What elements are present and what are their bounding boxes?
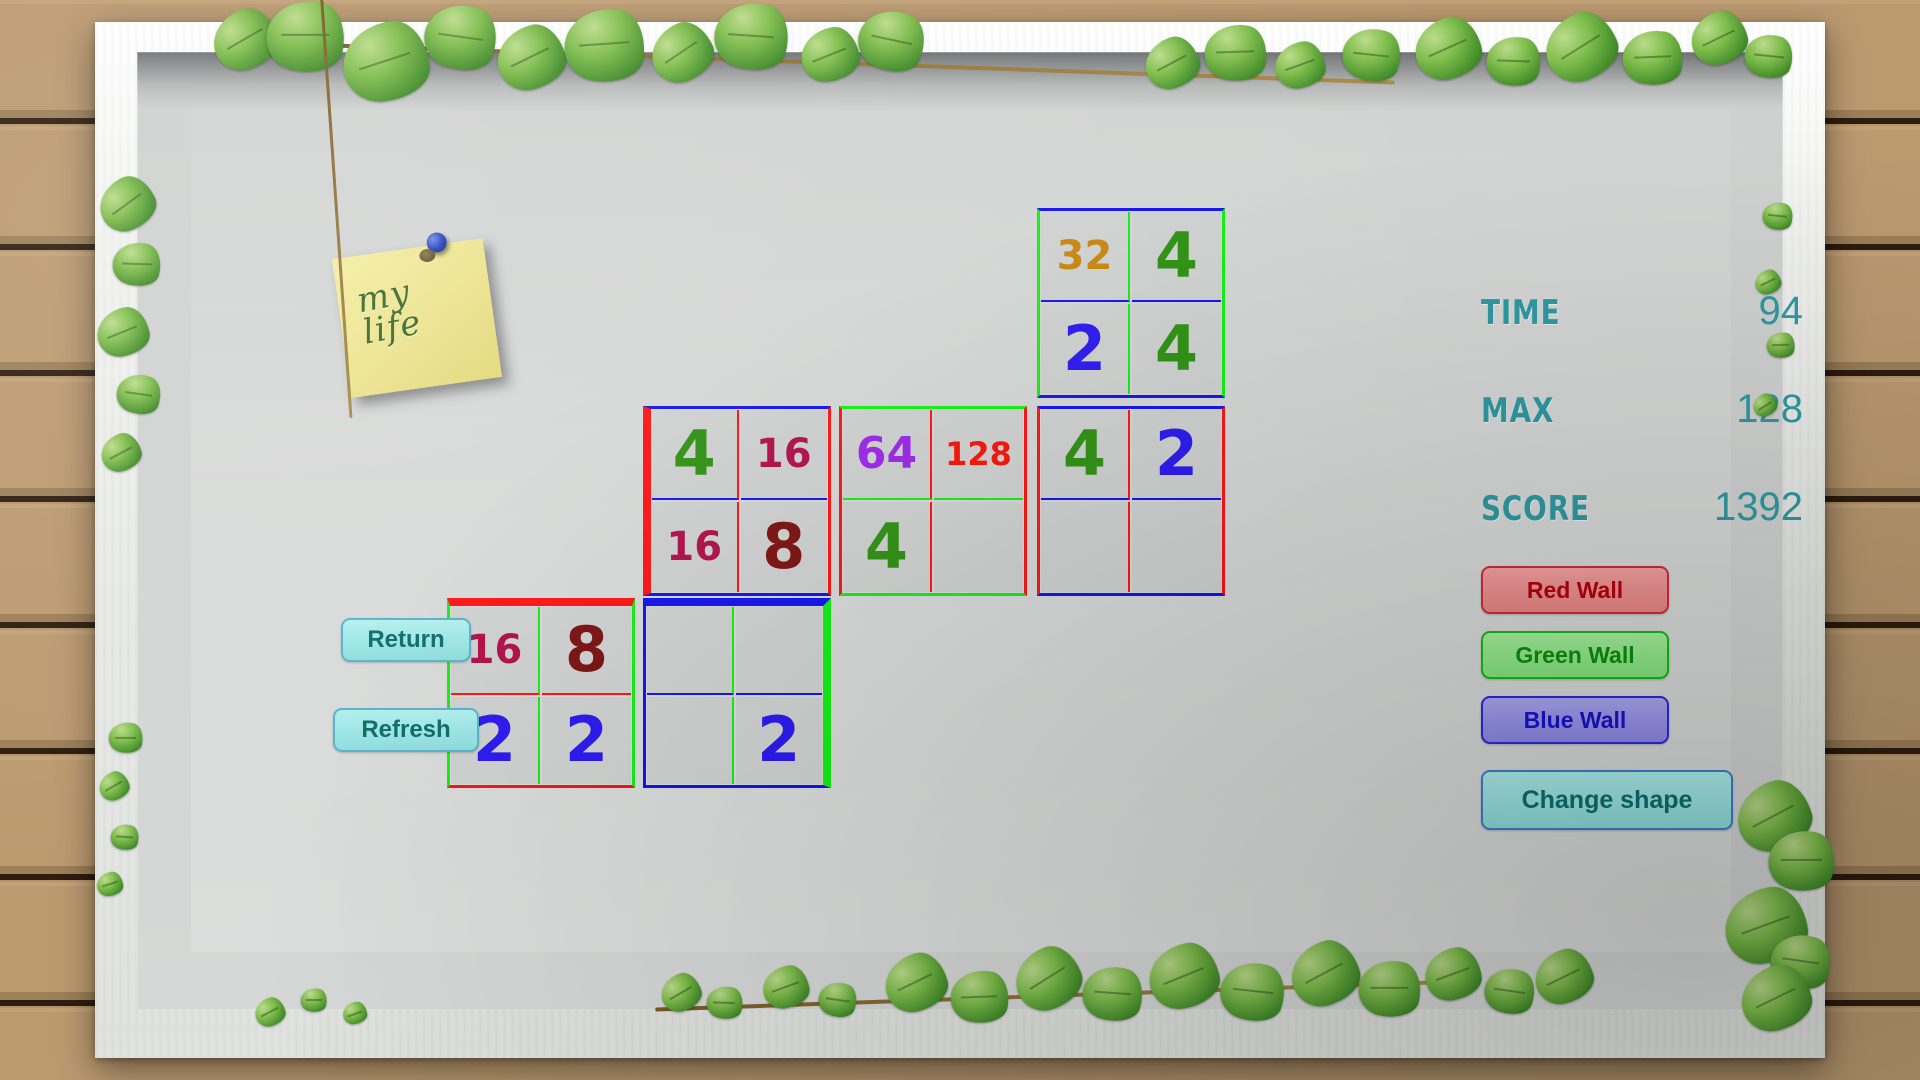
stat-label-max: MAX — [1481, 391, 1555, 431]
blue-wall-button[interactable]: Blue Wall — [1481, 696, 1669, 744]
tile-cell[interactable]: 64 — [843, 410, 932, 500]
tile-cell[interactable] — [735, 607, 822, 695]
tile-cell[interactable]: 2 — [735, 696, 822, 784]
pushpin-icon — [425, 231, 448, 254]
tile-cell[interactable] — [647, 607, 734, 695]
tile-cell[interactable]: 32 — [1041, 212, 1130, 302]
block-top-right[interactable]: 32 4 2 4 — [1037, 208, 1225, 398]
block-bottom-center[interactable]: 2 — [643, 598, 831, 788]
tile-cell[interactable]: 8 — [542, 607, 631, 695]
tile-cell[interactable] — [1041, 502, 1130, 592]
stat-value-time: 94 — [1758, 289, 1804, 333]
tile-cell[interactable] — [934, 502, 1023, 592]
block-bottom-left[interactable]: 16 8 2 2 — [447, 598, 635, 788]
sticky-note-line-2: life — [359, 302, 425, 354]
block-mid-left[interactable]: 4 16 16 8 — [643, 406, 831, 596]
tile-cell[interactable]: 16 — [652, 502, 739, 592]
sticky-note-text: my life — [354, 272, 425, 354]
tile-cell[interactable] — [1132, 502, 1221, 592]
tile-cell[interactable]: 2 — [1041, 304, 1130, 394]
refresh-button[interactable]: Refresh — [333, 708, 479, 752]
tile-cell[interactable]: 4 — [843, 502, 932, 592]
stat-label-time: TIME — [1481, 293, 1561, 333]
game-board-surface: my life 32 4 2 4 4 16 16 8 64 128 4 4 2 16 8 2 2 2 Return… — [191, 110, 1803, 952]
tile-cell[interactable]: 128 — [934, 410, 1023, 500]
tile-cell[interactable]: 8 — [740, 502, 827, 592]
change-shape-button[interactable]: Change shape — [1481, 770, 1733, 830]
picture-frame: my life 32 4 2 4 4 16 16 8 64 128 4 4 2 16 8 2 2 2 Return… — [90, 0, 1841, 1058]
tile-cell[interactable] — [647, 696, 734, 784]
stat-value-score: 1392 — [1714, 485, 1803, 529]
ivy-leaf — [95, 870, 125, 898]
return-button[interactable]: Return — [341, 618, 471, 662]
green-wall-button[interactable]: Green Wall — [1481, 631, 1669, 679]
block-mid-center[interactable]: 64 128 4 — [839, 406, 1027, 596]
sticky-note: my life — [331, 231, 503, 398]
stat-value-max: 128 — [1736, 387, 1803, 431]
wooden-desk-background: my life 32 4 2 4 4 16 16 8 64 128 4 4 2 16 8 2 2 2 Return… — [0, 0, 1920, 1080]
tile-cell[interactable]: 4 — [1132, 304, 1221, 394]
stat-row-time: TIME 94 — [1481, 285, 1811, 383]
tile-cell[interactable]: 4 — [1132, 212, 1221, 302]
tile-cell[interactable]: 2 — [542, 696, 631, 784]
tile-cell[interactable]: 16 — [740, 410, 827, 500]
tile-cell[interactable]: 2 — [1132, 410, 1221, 500]
stat-row-max: MAX 128 — [1481, 383, 1811, 481]
tile-cell[interactable]: 4 — [652, 410, 739, 500]
frame-inner-bevel: my life 32 4 2 4 4 16 16 8 64 128 4 4 2 16 8 2 2 2 Return… — [137, 52, 1803, 1010]
tile-cell[interactable]: 4 — [1041, 410, 1130, 500]
stat-row-score: SCORE 1392 — [1481, 481, 1811, 579]
stats-panel: TIME 94 MAX 128 SCORE 1392 — [1481, 285, 1811, 579]
stat-label-score: SCORE — [1481, 489, 1590, 529]
ivy-leaf — [95, 768, 133, 804]
red-wall-button[interactable]: Red Wall — [1481, 566, 1669, 614]
block-mid-right[interactable]: 42 — [1037, 406, 1225, 596]
